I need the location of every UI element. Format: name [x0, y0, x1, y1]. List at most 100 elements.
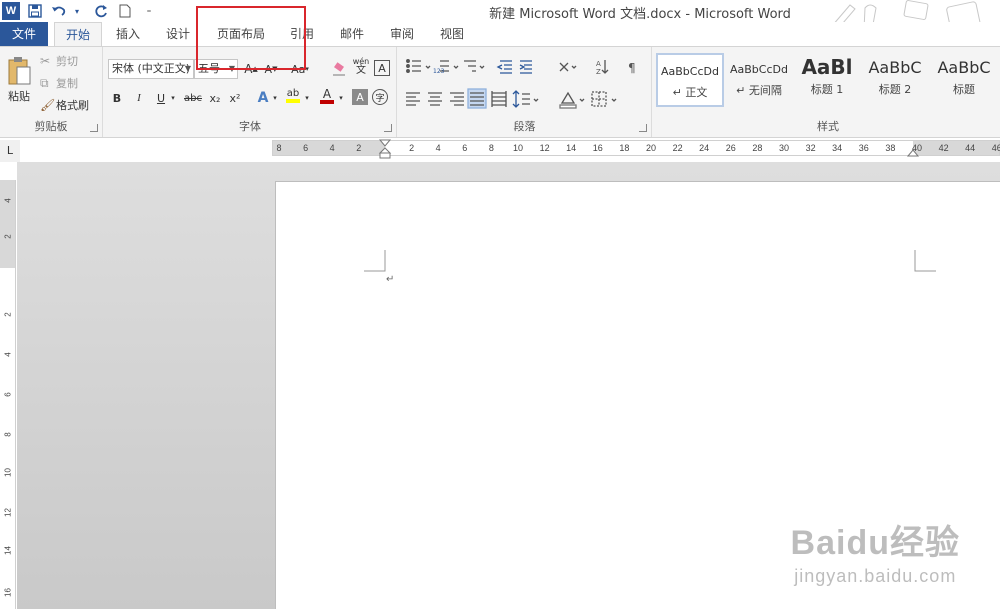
tab-view[interactable]: 视图 [430, 22, 474, 46]
font-group-label: 字体 [239, 120, 261, 133]
show-formatting-marks-icon: ¶ [628, 61, 636, 75]
strikethrough-icon[interactable]: abc [182, 89, 204, 107]
style-normal-sample: AaBbCcDd [661, 65, 719, 78]
format-painter-label: 格式刷 [56, 99, 89, 112]
cut-label: 剪切 [56, 55, 78, 68]
paragraph-launcher-icon[interactable] [639, 124, 647, 132]
ribbon: 粘贴 ✂ 剪切 ⧉ 复制 🖌 格式刷 剪贴板 宋体 (中文正文) ▼ 五号 ▼ … [0, 46, 1000, 138]
right-indent-marker-icon[interactable] [906, 147, 920, 157]
horizontal-ruler[interactable]: 8 6 4 2 2 4 6 8 10 12 14 16 18 20 22 24 26 28 30 32 34 36 38 40… [272, 139, 1000, 159]
ruler-tick-label: 16 [592, 143, 603, 153]
font-name-dropdown-icon[interactable]: ▼ [185, 60, 191, 78]
style-heading-2-sample: AaBbC [868, 58, 922, 77]
tab-design[interactable]: 设计 [156, 22, 200, 46]
ruler-tick-label: 34 [832, 143, 843, 153]
superscript-icon[interactable]: x² [226, 89, 244, 107]
svg-text:¶: ¶ [628, 61, 636, 75]
style-no-spacing-name: ↵ 无间隔 [736, 84, 782, 97]
baidu-watermark: Baidu经验 jingyan.baidu.com [791, 515, 960, 587]
font-name-combo[interactable]: 宋体 (中文正文) ▼ [108, 59, 194, 79]
highlight-color-icon[interactable]: ab [284, 87, 302, 105]
tab-home[interactable]: 开始 [54, 22, 102, 46]
tab-review[interactable]: 审阅 [380, 22, 424, 46]
styles-gallery: AaBbCcDd ↵ 正文 AaBbCcDd ↵ 无间隔 AaBl 标题 1 A… [656, 53, 1000, 107]
numbering-icon: 123 [433, 60, 449, 75]
font-color-icon[interactable]: A [318, 87, 336, 105]
chinese-layout-icon [559, 62, 569, 72]
character-shading-icon[interactable]: A [352, 89, 368, 105]
bold-icon[interactable]: B [108, 89, 126, 107]
tab-selector[interactable]: L [0, 140, 20, 162]
annotation-highlight-box [196, 6, 306, 70]
tab-file[interactable]: 文件 [0, 22, 48, 46]
ruler-tick-label: 32 [805, 143, 816, 153]
phonetic-guide-icon[interactable]: wén 文 [352, 57, 370, 76]
character-border-icon[interactable]: A [374, 60, 390, 76]
bullets-dropdown-icon [425, 65, 431, 69]
ruler-tick-label: 44 [965, 143, 976, 153]
ruler-tick-label: 36 [858, 143, 869, 153]
tab-mailings[interactable]: 邮件 [330, 22, 374, 46]
ruler-tick-label: 8 [488, 143, 494, 153]
phonetic-guide-bottom: 文 [356, 65, 366, 76]
copy-button[interactable]: ⧉ 复制 [40, 75, 78, 91]
text-effects-glyph: A [257, 90, 269, 106]
clipboard-group-label: 剪贴板 [34, 120, 68, 133]
paragraph-tools: 123 AZ ¶ [406, 59, 636, 109]
vertical-ruler-tick-label: 12 [3, 508, 13, 517]
line-spacing-icon [512, 90, 530, 108]
style-title[interactable]: AaBbC 标题 [930, 53, 998, 107]
vertical-ruler[interactable]: 4 2 2 4 6 8 10 12 14 16 [0, 180, 16, 609]
indent-marker-icon[interactable] [378, 139, 392, 159]
format-painter-button[interactable]: 🖌 格式刷 [40, 97, 89, 113]
style-heading-1-sample: AaBl [801, 55, 853, 79]
ruler-tick-label: 28 [752, 143, 763, 153]
style-heading-1[interactable]: AaBl 标题 1 [796, 53, 858, 107]
svg-text:123: 123 [433, 68, 445, 75]
ruler-tick-label: 2 [356, 143, 362, 153]
enclose-characters-icon[interactable]: 字 [372, 89, 388, 105]
style-no-spacing[interactable]: AaBbCcDd ↵ 无间隔 [726, 53, 792, 107]
ruler-tick-label: 2 [409, 143, 415, 153]
ruler-tick-label: 4 [435, 143, 441, 153]
brush-icon: 🖌 [40, 98, 56, 112]
distributed-icon [491, 91, 507, 107]
subscript-icon[interactable]: x₂ [206, 89, 224, 107]
underline-dropdown-icon[interactable]: ▾ [168, 89, 178, 107]
vertical-ruler-tick-label: 16 [3, 588, 13, 597]
title-bar: W ▾ ₌ 新建 Microsoft Word 文档.docx - Micros… [0, 0, 1000, 47]
font-color-glyph: A [322, 86, 332, 101]
borders-icon [591, 91, 607, 107]
font-launcher-icon[interactable] [384, 124, 392, 132]
watermark-main: Baidu经验 [790, 524, 960, 562]
paste-button[interactable]: 粘贴 [4, 53, 34, 107]
ruler-right-margin [913, 141, 999, 155]
highlight-dropdown-icon[interactable]: ▾ [302, 89, 312, 107]
subscript-glyph: x₂ [209, 91, 221, 105]
italic-icon[interactable]: I [130, 89, 148, 107]
ruler-tick-label: 10 [512, 143, 524, 153]
style-heading-2[interactable]: AaBbC 标题 2 [862, 53, 928, 107]
cut-button[interactable]: ✂ 剪切 [40, 53, 78, 69]
clipboard-launcher-icon[interactable] [90, 124, 98, 132]
text-effects-dropdown-icon[interactable]: ▾ [270, 89, 280, 107]
increase-indent-icon [519, 60, 532, 74]
vertical-ruler-tick-label: 8 [3, 432, 13, 437]
ruler-tick-label: 6 [462, 143, 468, 153]
watermark-url: jingyan.baidu.com [794, 566, 957, 586]
font-color-dropdown-icon[interactable]: ▾ [336, 89, 346, 107]
ruler-tick-label: 18 [619, 143, 630, 153]
paste-label: 粘贴 [8, 90, 30, 103]
style-title-sample: AaBbC [937, 58, 991, 77]
vertical-ruler-tick-label: 4 [3, 198, 13, 203]
ruler-tick-label: 6 [303, 143, 309, 153]
clear-formatting-icon[interactable] [330, 60, 348, 78]
vertical-ruler-tick-label: 10 [3, 468, 13, 477]
style-normal[interactable]: AaBbCcDd ↵ 正文 [656, 53, 724, 107]
copy-icon: ⧉ [40, 75, 49, 90]
copy-label: 复制 [56, 77, 78, 90]
svg-text:A: A [596, 60, 601, 68]
align-left-icon [406, 92, 420, 106]
vertical-ruler-tick-label: 2 [3, 312, 13, 317]
tab-insert[interactable]: 插入 [106, 22, 150, 46]
